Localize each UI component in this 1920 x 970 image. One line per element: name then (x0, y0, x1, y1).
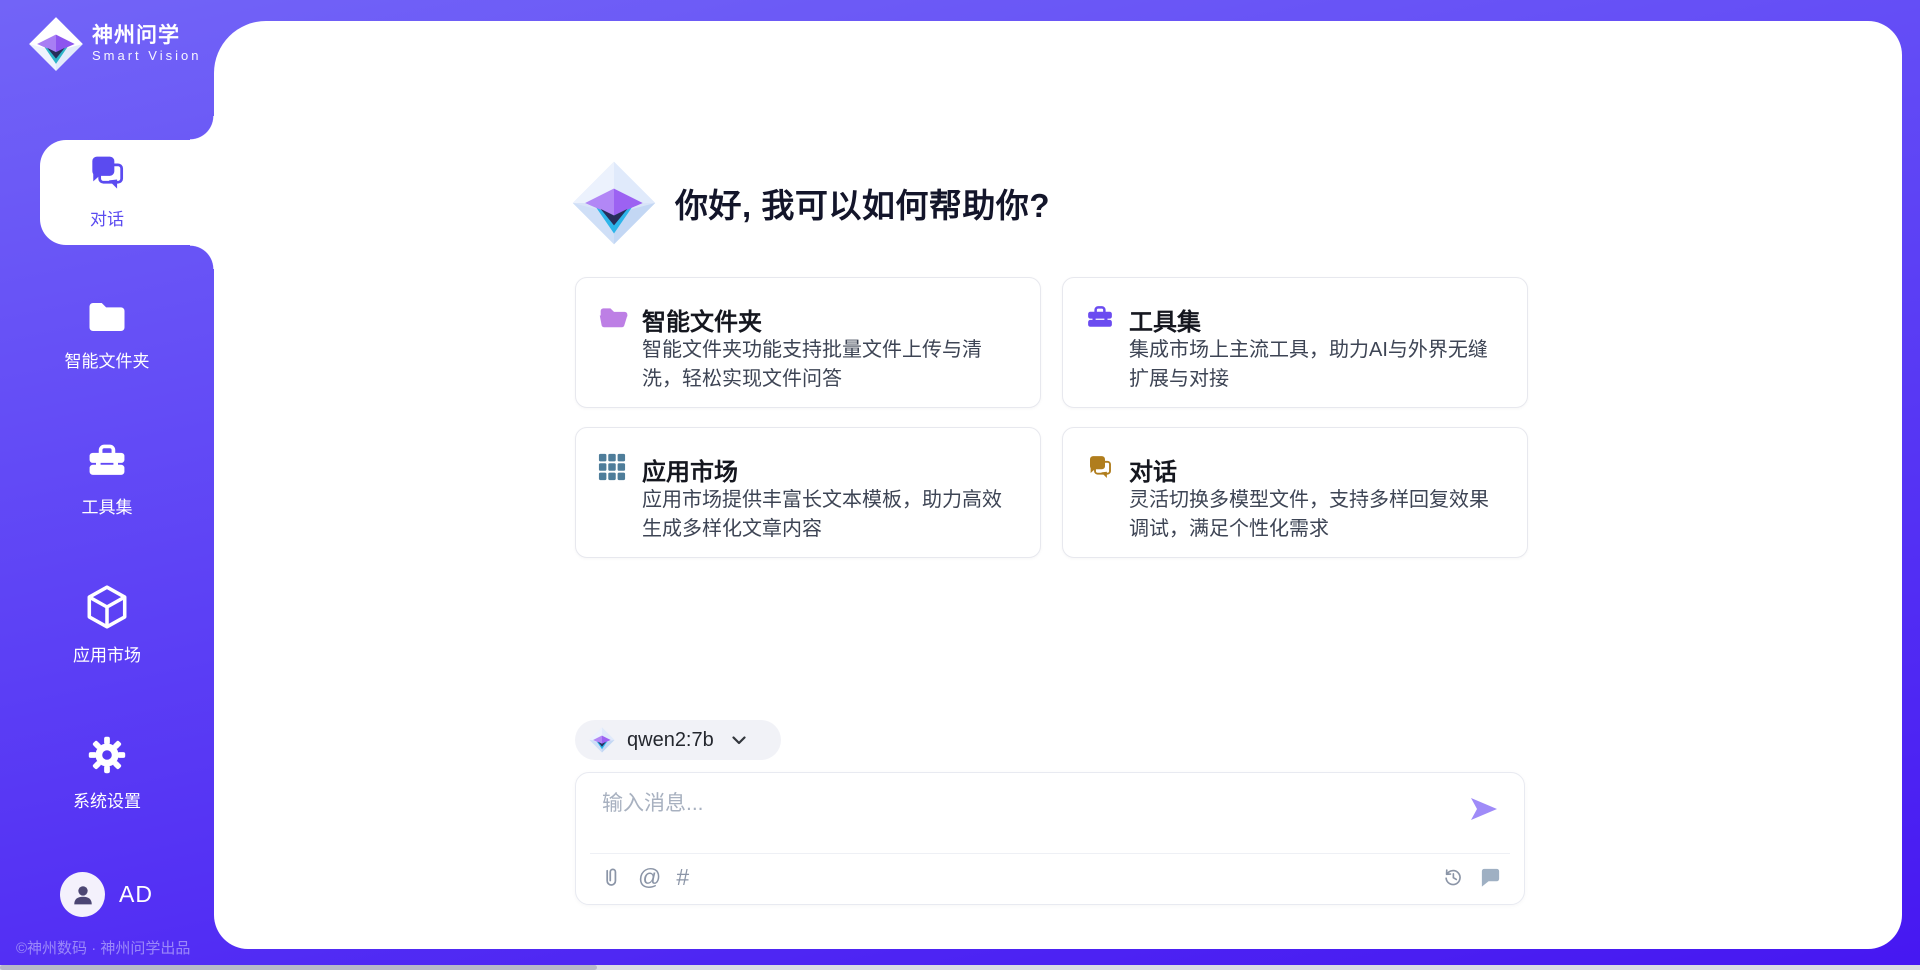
send-icon[interactable] (1468, 795, 1500, 823)
composer-divider (590, 853, 1510, 854)
brand-logo: 神州问学 Smart Vision (28, 16, 201, 72)
sidebar-item-toolset[interactable]: 工具集 (0, 440, 214, 518)
sidebar-item-app-market[interactable]: 应用市场 (0, 582, 214, 666)
model-name: qwen2:7b (627, 729, 714, 752)
tab-fillet-top (190, 116, 214, 140)
avatar (60, 872, 105, 917)
user-account[interactable]: AD (60, 872, 153, 917)
chevron-down-icon (732, 736, 746, 745)
card-description: 智能文件夹功能支持批量文件上传与清洗，轻松实现文件问答 (642, 336, 1018, 394)
copyright-text: ©神州数码 · 神州问学出品 (16, 937, 206, 958)
toolbox-icon (1085, 303, 1115, 333)
folder-open-icon (598, 303, 630, 335)
model-diamond-icon (589, 727, 615, 753)
person-icon (69, 881, 97, 909)
tab-fillet-bottom (190, 245, 214, 269)
horizontal-scrollbar-thumb[interactable] (0, 965, 597, 970)
user-initials: AD (119, 881, 153, 908)
sidebar-item-label: 工具集 (82, 493, 133, 518)
sidebar-item-chat[interactable]: 对话 (0, 152, 214, 230)
card-description: 集成市场上主流工具，助力AI与外界无缝扩展与对接 (1129, 336, 1505, 394)
brand-diamond-icon (28, 16, 84, 72)
sidebar-item-label: 智能文件夹 (65, 347, 150, 372)
assistant-diamond-icon (571, 160, 657, 246)
app-window: 神州问学 Smart Vision 对话 智能文件夹 工具集 应用市场 系统设置… (0, 0, 1920, 970)
history-icon[interactable] (1442, 866, 1464, 888)
grid-cube-icon (598, 453, 626, 481)
brand-name: 神州问学 (92, 24, 201, 48)
brand-subtitle: Smart Vision (92, 48, 201, 64)
paperclip-icon[interactable] (600, 866, 623, 889)
chat-icon (1085, 453, 1115, 483)
card-title: 智能文件夹 (642, 302, 762, 337)
folder-icon (84, 296, 130, 338)
gear-icon (84, 732, 130, 778)
card-chat[interactable]: 对话 灵活切换多模型文件，支持多样回复效果调试，满足个性化需求 (1062, 427, 1528, 558)
greeting-text: 你好, 我可以如何帮助你? (675, 179, 1050, 227)
card-title: 应用市场 (642, 452, 738, 487)
horizontal-scrollbar-track[interactable] (0, 965, 1920, 970)
card-description: 应用市场提供丰富长文本模板，助力高效生成多样化文章内容 (642, 486, 1018, 544)
greeting-section: 你好, 我可以如何帮助你? (571, 160, 1050, 246)
chat-bubble-icon[interactable] (1479, 865, 1502, 888)
card-app-market[interactable]: 应用市场 应用市场提供丰富长文本模板，助力高效生成多样化文章内容 (575, 427, 1041, 558)
message-composer: @ # (575, 772, 1525, 905)
sidebar-item-smart-folder[interactable]: 智能文件夹 (0, 296, 214, 372)
card-title: 对话 (1129, 452, 1177, 487)
sidebar-item-settings[interactable]: 系统设置 (0, 732, 214, 812)
message-input[interactable] (600, 785, 1454, 849)
sidebar-item-label: 对话 (90, 205, 124, 230)
sidebar-item-label: 系统设置 (73, 787, 141, 812)
card-description: 灵活切换多模型文件，支持多样回复效果调试，满足个性化需求 (1129, 486, 1505, 544)
chat-icon (85, 152, 129, 196)
hashtag-icon[interactable]: # (676, 865, 689, 889)
card-title: 工具集 (1129, 302, 1201, 337)
sidebar-item-label: 应用市场 (73, 641, 141, 666)
mention-icon[interactable]: @ (638, 865, 661, 889)
cube-icon (82, 582, 132, 632)
toolbox-icon (84, 440, 130, 484)
card-smart-folder[interactable]: 智能文件夹 智能文件夹功能支持批量文件上传与清洗，轻松实现文件问答 (575, 277, 1041, 408)
card-toolset[interactable]: 工具集 集成市场上主流工具，助力AI与外界无缝扩展与对接 (1062, 277, 1528, 408)
model-selector[interactable]: qwen2:7b (575, 720, 781, 760)
